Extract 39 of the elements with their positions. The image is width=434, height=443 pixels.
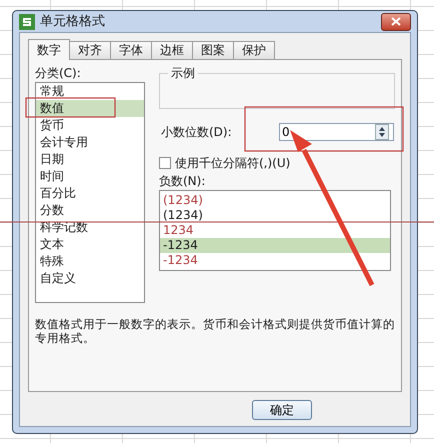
category-item[interactable]: 日期 — [36, 151, 144, 168]
tab[interactable]: 对齐 — [69, 41, 111, 59]
negative-format-item[interactable]: 1234 — [160, 223, 390, 238]
category-item[interactable]: 常规 — [36, 83, 144, 100]
category-item[interactable]: 时间 — [36, 168, 144, 185]
close-icon — [391, 17, 401, 26]
category-item[interactable]: 百分比 — [36, 185, 144, 202]
window-title: 单元格格式 — [40, 12, 105, 31]
category-label: 分类(C): — [35, 66, 82, 80]
sample-label: 示例 — [168, 66, 198, 80]
decimal-places-field[interactable]: 0 — [280, 124, 375, 140]
up-icon — [379, 127, 385, 131]
tab[interactable]: 图案 — [192, 41, 234, 59]
negative-numbers-label: 负数(N): — [159, 174, 206, 188]
category-item[interactable]: 分数 — [36, 202, 144, 219]
down-icon — [379, 133, 385, 137]
decimal-places-spinner[interactable]: 0 — [279, 123, 394, 141]
category-item[interactable]: 文本 — [36, 236, 144, 253]
ok-button[interactable]: 确定 — [252, 400, 312, 420]
negative-format-item[interactable]: (1234) — [160, 193, 390, 208]
close-button[interactable] — [381, 12, 411, 30]
description-text: 数值格式用于一般数字的表示。货币和会计格式则提供货币值计算的专用格式。 — [35, 317, 395, 345]
tab[interactable]: 数字 — [28, 39, 70, 60]
tab[interactable]: 边框 — [151, 41, 193, 59]
category-item[interactable]: 货币 — [36, 117, 144, 134]
checkbox[interactable] — [159, 157, 171, 169]
negative-format-item[interactable]: (1234) — [160, 208, 390, 223]
category-item[interactable]: 会计专用 — [36, 134, 144, 151]
decimal-places-label: 小数位数(D): — [161, 124, 233, 141]
tab[interactable]: 保护 — [233, 41, 275, 59]
category-item[interactable]: 自定义 — [36, 270, 144, 287]
app-icon — [19, 14, 35, 30]
negative-format-item[interactable]: -1234 — [160, 238, 390, 253]
category-item[interactable]: 数值 — [36, 100, 144, 117]
category-item[interactable]: 特殊 — [36, 253, 144, 270]
negative-format-item[interactable]: -1234 — [160, 253, 390, 268]
tab[interactable]: 字体 — [110, 41, 152, 59]
checkbox-label: 使用千位分隔符(,)(U) — [175, 155, 290, 172]
spin-buttons[interactable] — [375, 124, 389, 140]
